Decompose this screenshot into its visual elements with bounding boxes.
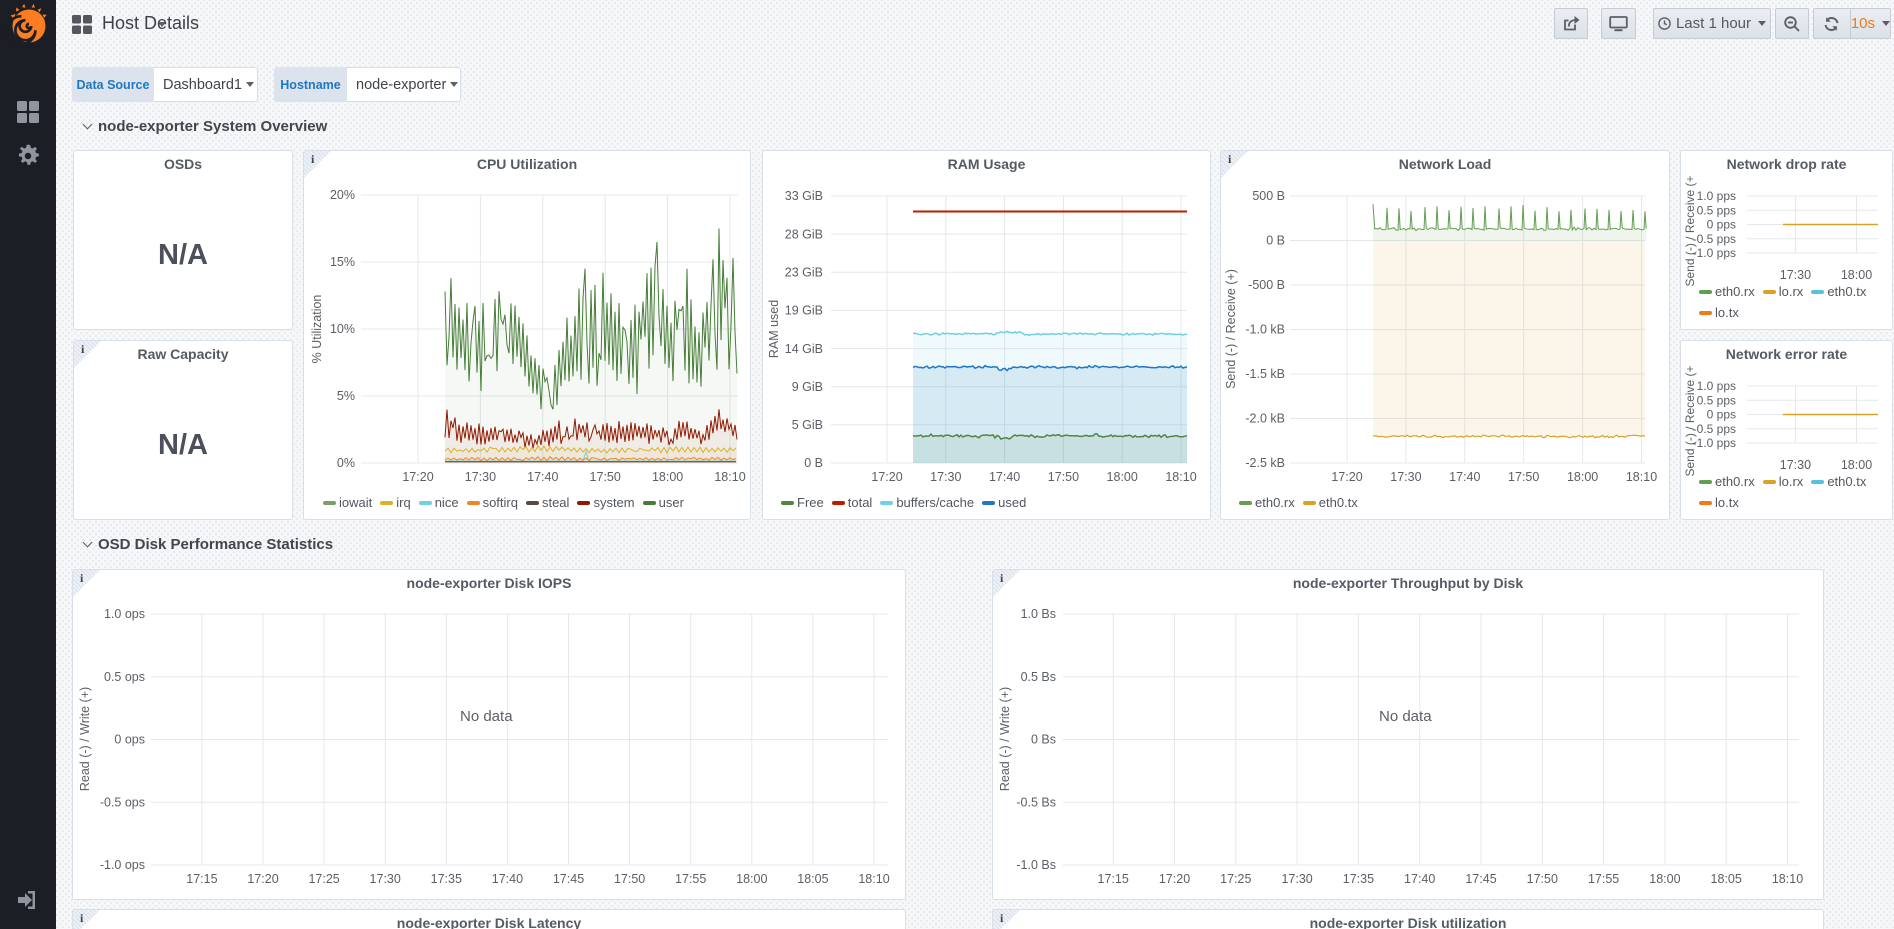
svg-text:17:35: 17:35 [1343, 872, 1374, 886]
svg-text:17:15: 17:15 [186, 872, 217, 886]
svg-text:17:20: 17:20 [871, 470, 902, 484]
svg-text:17:30: 17:30 [465, 470, 496, 484]
svg-text:17:45: 17:45 [1465, 872, 1496, 886]
svg-text:Read (-) / Write (+): Read (-) / Write (+) [998, 687, 1012, 791]
svg-text:-1.5 kB: -1.5 kB [1245, 367, 1285, 381]
svg-text:Send (-) / Receive (+): Send (-) / Receive (+) [1224, 269, 1238, 389]
svg-text:18:10: 18:10 [714, 470, 745, 484]
svg-text:33 GiB: 33 GiB [785, 189, 823, 203]
svg-text:17:30: 17:30 [370, 872, 401, 886]
svg-text:0.5 pps: 0.5 pps [1697, 394, 1736, 408]
svg-text:18:10: 18:10 [858, 872, 889, 886]
svg-text:15%: 15% [330, 255, 355, 269]
svg-text:17:25: 17:25 [308, 872, 339, 886]
svg-text:17:50: 17:50 [1508, 470, 1539, 484]
svg-text:0 B: 0 B [804, 456, 823, 470]
svg-text:0 pps: 0 pps [1707, 218, 1736, 232]
svg-text:0 pps: 0 pps [1707, 408, 1736, 422]
svg-text:9 GiB: 9 GiB [792, 380, 823, 394]
svg-text:0%: 0% [337, 456, 355, 470]
svg-text:% Utilization: % Utilization [310, 295, 324, 364]
svg-text:17:40: 17:40 [989, 470, 1020, 484]
svg-text:5 GiB: 5 GiB [792, 418, 823, 432]
svg-text:18:05: 18:05 [797, 872, 828, 886]
svg-text:23 GiB: 23 GiB [785, 266, 823, 280]
svg-text:17:55: 17:55 [675, 872, 706, 886]
svg-text:0 ops: 0 ops [114, 733, 145, 747]
svg-text:17:50: 17:50 [590, 470, 621, 484]
svg-text:17:20: 17:20 [1331, 470, 1362, 484]
svg-text:0.5 Bs: 0.5 Bs [1021, 670, 1056, 684]
svg-text:17:55: 17:55 [1588, 872, 1619, 886]
svg-text:28 GiB: 28 GiB [785, 227, 823, 241]
svg-text:Send (-) / Receive (+: Send (-) / Receive (+ [1683, 365, 1697, 476]
svg-text:17:20: 17:20 [402, 470, 433, 484]
svg-text:17:30: 17:30 [1780, 458, 1811, 472]
svg-text:RAM used: RAM used [767, 300, 781, 358]
svg-text:-1.0 pps: -1.0 pps [1693, 436, 1736, 450]
svg-text:Read (-) / Write (+): Read (-) / Write (+) [78, 687, 92, 791]
svg-text:Send (-) / Receive (+: Send (-) / Receive (+ [1683, 175, 1697, 286]
svg-text:500 B: 500 B [1252, 189, 1285, 203]
svg-text:18:10: 18:10 [1626, 470, 1657, 484]
svg-text:-0.5 pps: -0.5 pps [1693, 422, 1736, 436]
svg-text:-1.0 kB: -1.0 kB [1245, 323, 1285, 337]
svg-text:1.0 pps: 1.0 pps [1697, 379, 1736, 393]
svg-text:0 B: 0 B [1266, 234, 1285, 248]
svg-text:17:15: 17:15 [1098, 872, 1129, 886]
svg-text:1.0 pps: 1.0 pps [1697, 189, 1736, 203]
svg-text:14 GiB: 14 GiB [785, 342, 823, 356]
svg-text:17:20: 17:20 [247, 872, 278, 886]
svg-text:18:00: 18:00 [1841, 458, 1872, 472]
svg-text:18:05: 18:05 [1711, 872, 1742, 886]
svg-text:-2.5 kB: -2.5 kB [1245, 456, 1285, 470]
svg-text:-500 B: -500 B [1248, 278, 1285, 292]
svg-text:5%: 5% [337, 389, 355, 403]
svg-text:17:30: 17:30 [1390, 470, 1421, 484]
svg-text:1.0 Bs: 1.0 Bs [1021, 607, 1056, 621]
svg-text:20%: 20% [330, 188, 355, 202]
svg-text:17:50: 17:50 [1048, 470, 1079, 484]
svg-text:17:50: 17:50 [614, 872, 645, 886]
svg-text:18:00: 18:00 [1107, 470, 1138, 484]
svg-text:17:35: 17:35 [431, 872, 462, 886]
svg-text:17:30: 17:30 [930, 470, 961, 484]
svg-text:17:40: 17:40 [1404, 872, 1435, 886]
svg-text:17:25: 17:25 [1220, 872, 1251, 886]
svg-text:-2.0 kB: -2.0 kB [1245, 412, 1285, 426]
svg-text:-1.0 pps: -1.0 pps [1693, 246, 1736, 260]
svg-text:18:00: 18:00 [1649, 872, 1680, 886]
svg-text:18:00: 18:00 [652, 470, 683, 484]
svg-text:17:50: 17:50 [1527, 872, 1558, 886]
svg-text:17:30: 17:30 [1780, 268, 1811, 282]
svg-text:17:40: 17:40 [527, 470, 558, 484]
svg-text:-1.0 Bs: -1.0 Bs [1016, 858, 1056, 872]
svg-text:18:00: 18:00 [1567, 470, 1598, 484]
svg-text:17:45: 17:45 [553, 872, 584, 886]
svg-text:0 Bs: 0 Bs [1031, 733, 1056, 747]
svg-text:0.5 ops: 0.5 ops [104, 670, 145, 684]
svg-text:0.5 pps: 0.5 pps [1697, 204, 1736, 218]
svg-text:1.0 ops: 1.0 ops [104, 607, 145, 621]
svg-text:18:10: 18:10 [1772, 872, 1803, 886]
svg-text:18:00: 18:00 [736, 872, 767, 886]
svg-text:-0.5 ops: -0.5 ops [100, 795, 145, 809]
svg-text:17:40: 17:40 [492, 872, 523, 886]
svg-text:17:30: 17:30 [1281, 872, 1312, 886]
svg-text:18:00: 18:00 [1841, 268, 1872, 282]
svg-text:17:20: 17:20 [1159, 872, 1190, 886]
svg-text:-1.0 ops: -1.0 ops [100, 858, 145, 872]
svg-text:18:10: 18:10 [1165, 470, 1196, 484]
svg-text:17:40: 17:40 [1449, 470, 1480, 484]
svg-text:-0.5 pps: -0.5 pps [1693, 232, 1736, 246]
svg-text:19 GiB: 19 GiB [785, 304, 823, 318]
svg-text:-0.5 Bs: -0.5 Bs [1016, 795, 1056, 809]
svg-text:10%: 10% [330, 322, 355, 336]
